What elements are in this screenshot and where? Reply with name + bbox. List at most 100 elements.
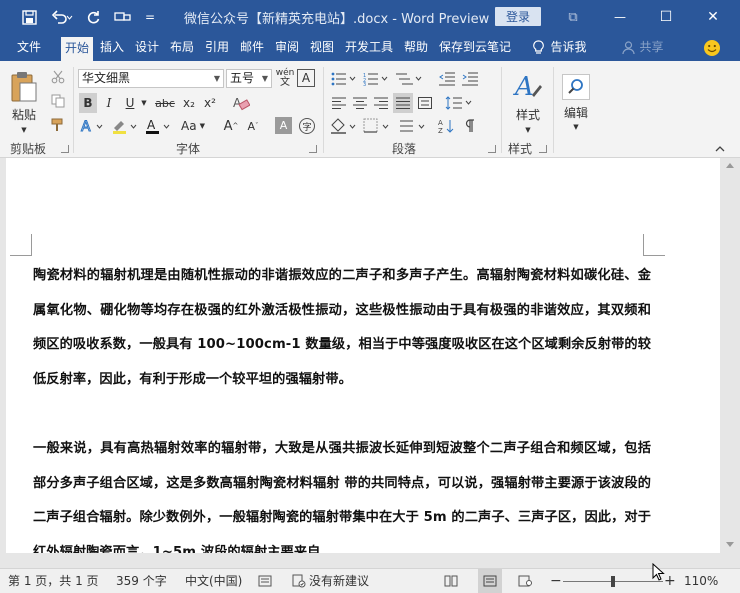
maximize-button[interactable]: ☐ bbox=[646, 0, 686, 34]
tab-references[interactable]: 引用 bbox=[201, 34, 233, 61]
shading-button[interactable] bbox=[329, 116, 359, 136]
document-page[interactable]: 陶瓷材料的辐射机理是由随机性振动的非谐振效应的二声子和多声子产生。高辐射陶瓷材料… bbox=[6, 158, 720, 553]
zoom-out-button[interactable]: − bbox=[550, 569, 562, 593]
styles-icon: A bbox=[513, 72, 542, 102]
paste-dropdown-icon: ▼ bbox=[21, 125, 27, 134]
show-marks-button[interactable] bbox=[459, 116, 479, 136]
italic-button[interactable]: I bbox=[100, 93, 118, 113]
chinese-layout-button[interactable] bbox=[398, 116, 428, 136]
text-effects-button[interactable]: A bbox=[79, 116, 105, 136]
login-button[interactable]: 登录 bbox=[495, 7, 541, 26]
tab-layout[interactable]: 布局 bbox=[166, 34, 198, 61]
clipboard-launcher[interactable] bbox=[61, 145, 69, 153]
zoom-slider[interactable] bbox=[563, 569, 663, 593]
enclose-characters-button[interactable]: 字 bbox=[297, 116, 317, 136]
document-paragraph[interactable]: 陶瓷材料的辐射机理是由随机性振动的非谐振效应的二声子和多声子产生。高辐射陶瓷材料… bbox=[33, 259, 651, 397]
tab-view[interactable]: 视图 bbox=[306, 34, 338, 61]
zoom-in-button[interactable]: + bbox=[664, 569, 676, 593]
shrink-font-button[interactable]: Aˇ bbox=[244, 116, 262, 136]
paste-button[interactable]: 粘贴 ▼ bbox=[6, 67, 42, 137]
language-indicator[interactable]: 中文(中国) bbox=[185, 569, 242, 593]
print-layout-button[interactable] bbox=[478, 569, 502, 593]
font-color-button[interactable]: A bbox=[144, 116, 172, 136]
styles-launcher[interactable] bbox=[539, 145, 547, 153]
clear-formatting-button[interactable]: A bbox=[231, 93, 251, 113]
tab-review[interactable]: 审阅 bbox=[271, 34, 303, 61]
borders-icon bbox=[363, 118, 389, 133]
strikethrough-button[interactable]: abc bbox=[154, 93, 176, 113]
close-button[interactable]: ✕ bbox=[692, 0, 734, 34]
align-center-button[interactable] bbox=[351, 93, 369, 113]
underline-button[interactable]: U bbox=[121, 93, 139, 113]
status-bar: 第 1 页，共 1 页 359 个字 中文(中国) 没有新建议 − + 110% bbox=[0, 568, 740, 593]
editing-button[interactable]: 编辑 ▼ bbox=[557, 67, 595, 137]
superscript-button[interactable]: x² bbox=[201, 93, 219, 113]
font-size-value: 五号 bbox=[230, 71, 255, 85]
bullets-button[interactable] bbox=[330, 69, 358, 89]
phonetic-guide-button[interactable]: wén 文 bbox=[276, 68, 295, 88]
tab-home[interactable]: 开始 bbox=[61, 37, 93, 61]
copy-button[interactable] bbox=[48, 91, 68, 111]
tab-file[interactable]: 文件 bbox=[6, 34, 52, 61]
align-right-button[interactable] bbox=[372, 93, 390, 113]
minimize-button[interactable]: — bbox=[600, 0, 640, 34]
underline-dropdown-icon[interactable]: ▼ bbox=[139, 93, 149, 113]
document-paragraph[interactable]: 一般来说，具有高热辐射效率的辐射带，大致是从强共振波长延伸到短波整个二声子组合和… bbox=[33, 432, 651, 553]
bold-button[interactable]: B bbox=[79, 93, 97, 113]
align-left-button[interactable] bbox=[330, 93, 348, 113]
justify-button[interactable] bbox=[393, 93, 413, 113]
collapse-ribbon-button[interactable] bbox=[712, 142, 728, 156]
align-justify-icon bbox=[396, 97, 410, 109]
line-spacing-button[interactable] bbox=[444, 93, 474, 113]
feedback-button[interactable] bbox=[700, 34, 724, 61]
font-name-combo[interactable]: 华文细黑 ▼ bbox=[78, 69, 224, 88]
undo-button[interactable] bbox=[46, 0, 78, 34]
format-painter-button[interactable] bbox=[48, 115, 68, 135]
touch-mode-button[interactable] bbox=[110, 0, 136, 34]
subscript-button[interactable]: x₂ bbox=[180, 93, 198, 113]
change-case-button[interactable]: Aa ▼ bbox=[176, 116, 210, 136]
phonetic-guide-glyph: 文 bbox=[280, 77, 290, 88]
group-separator bbox=[553, 67, 554, 153]
tab-save-cloud-note[interactable]: 保存到云笔记 bbox=[435, 34, 515, 61]
tab-design[interactable]: 设计 bbox=[131, 34, 163, 61]
distributed-button[interactable] bbox=[416, 93, 434, 113]
page-count[interactable]: 第 1 页，共 1 页 bbox=[8, 569, 99, 593]
zoom-slider-thumb[interactable] bbox=[611, 576, 615, 587]
editing-icon-frame bbox=[562, 73, 590, 100]
increase-indent-button[interactable] bbox=[460, 69, 480, 89]
tab-insert[interactable]: 插入 bbox=[96, 34, 128, 61]
character-border-button[interactable]: A bbox=[297, 69, 315, 87]
web-layout-button[interactable] bbox=[518, 569, 534, 593]
decrease-indent-button[interactable] bbox=[437, 69, 457, 89]
save-button[interactable] bbox=[16, 0, 42, 34]
vertical-scrollbar[interactable] bbox=[720, 158, 740, 553]
highlight-color-button[interactable] bbox=[110, 116, 140, 136]
zoom-level[interactable]: 110% bbox=[684, 569, 718, 593]
tab-help[interactable]: 帮助 bbox=[400, 34, 432, 61]
tab-developer[interactable]: 开发工具 bbox=[341, 34, 397, 61]
undo-icon bbox=[51, 9, 73, 24]
accessibility-checker[interactable]: 没有新建议 bbox=[292, 569, 369, 593]
styles-gallery-button[interactable]: A 样式 ▼ bbox=[506, 67, 550, 137]
chevron-down-icon: ▼ bbox=[261, 74, 268, 83]
tab-mailings[interactable]: 邮件 bbox=[236, 34, 268, 61]
sort-button[interactable]: AZ bbox=[436, 116, 456, 136]
share-button[interactable]: 共享 bbox=[618, 34, 668, 61]
character-shading-button[interactable]: A bbox=[275, 117, 292, 134]
multilevel-list-button[interactable] bbox=[394, 69, 424, 89]
font-size-combo[interactable]: 五号 ▼ bbox=[226, 69, 272, 88]
macro-record-button[interactable] bbox=[258, 569, 274, 593]
grow-font-button[interactable]: A ^ bbox=[222, 116, 240, 136]
font-launcher[interactable] bbox=[309, 145, 317, 153]
numbering-button[interactable]: 123 bbox=[362, 69, 390, 89]
borders-button[interactable] bbox=[362, 116, 392, 136]
redo-button[interactable] bbox=[82, 0, 104, 34]
paragraph-launcher[interactable] bbox=[488, 145, 496, 153]
ribbon-display-button[interactable]: ⧉ bbox=[555, 0, 591, 34]
read-mode-button[interactable] bbox=[444, 569, 460, 593]
tell-me-search[interactable]: 告诉我 bbox=[522, 34, 598, 61]
qat-customize-button[interactable]: = bbox=[140, 0, 160, 34]
word-count[interactable]: 359 个字 bbox=[116, 569, 167, 593]
cut-button[interactable] bbox=[48, 67, 68, 87]
